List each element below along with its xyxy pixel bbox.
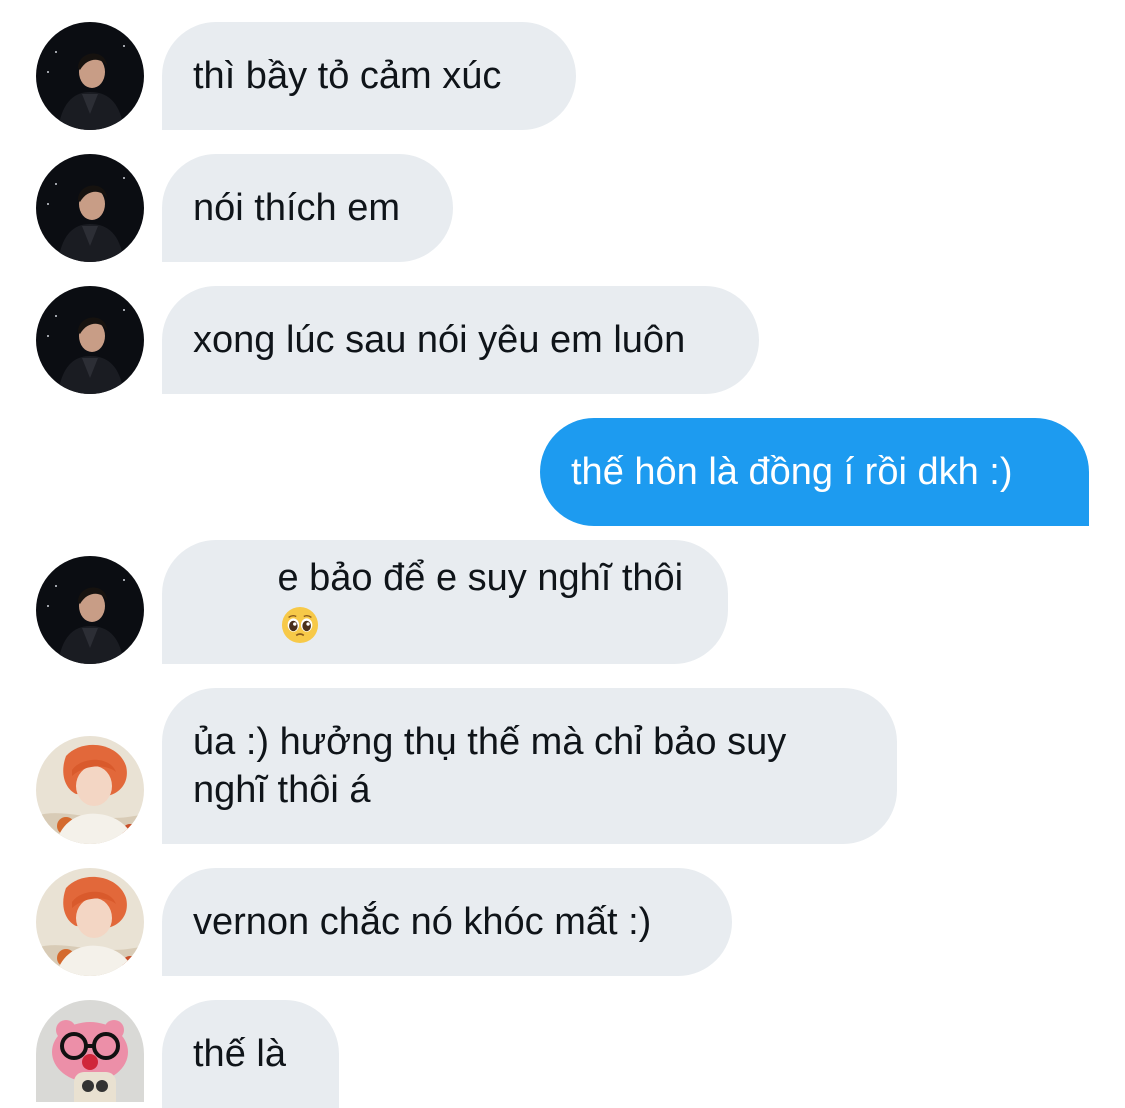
message-text: vernon chắc nó khóc mất :) xyxy=(193,901,652,943)
message-bubble[interactable]: e bảo để e suy nghĩ thôi xyxy=(162,540,728,664)
message-row: ủa :) hưởng thụ thế mà chỉ bảo suy nghĩ … xyxy=(0,688,1125,844)
message-text: ủa :) hưởng thụ thế mà chỉ bảo suy nghĩ … xyxy=(193,721,797,811)
message-bubble[interactable]: nói thích em xyxy=(162,154,453,262)
message-text: nói thích em xyxy=(193,187,400,229)
message-bubble[interactable]: thế là xyxy=(162,1000,339,1108)
orange-hair-avatar[interactable] xyxy=(36,736,144,844)
message-row: xong lúc sau nói yêu em luôn xyxy=(0,286,1125,394)
message-text-line: e bảo để e suy nghĩ thôi xyxy=(193,506,697,698)
dark-portrait-avatar[interactable] xyxy=(36,286,144,394)
message-row: vernon chắc nó khóc mất :) xyxy=(0,868,1125,976)
message-row: e bảo để e suy nghĩ thôi xyxy=(0,540,1125,664)
message-text: thế hôn là đồng í rồi dkh :) xyxy=(571,451,1013,493)
chat-thread[interactable]: thì bầy tỏ cảm xúc nói thích em xong lúc… xyxy=(0,0,1125,1108)
dark-portrait-avatar[interactable] xyxy=(36,154,144,262)
dark-portrait-avatar[interactable] xyxy=(36,556,144,664)
pleading-face-emoji xyxy=(282,606,319,644)
dark-portrait-avatar[interactable] xyxy=(36,22,144,130)
message-row: thì bầy tỏ cảm xúc xyxy=(0,22,1125,130)
pink-plush-avatar[interactable] xyxy=(36,1000,144,1102)
message-bubble[interactable]: thì bầy tỏ cảm xúc xyxy=(162,22,576,130)
message-text: thì bầy tỏ cảm xúc xyxy=(193,55,502,97)
message-bubble[interactable]: ủa :) hưởng thụ thế mà chỉ bảo suy nghĩ … xyxy=(162,688,897,844)
message-text: e bảo để e suy nghĩ thôi xyxy=(277,557,684,599)
orange-hair-avatar[interactable] xyxy=(36,868,144,976)
message-bubble[interactable]: xong lúc sau nói yêu em luôn xyxy=(162,286,759,394)
message-text: thế là xyxy=(193,1033,286,1075)
message-row: thế là xyxy=(0,1000,1125,1108)
message-row: nói thích em xyxy=(0,154,1125,262)
message-bubble[interactable]: vernon chắc nó khóc mất :) xyxy=(162,868,732,976)
message-text: xong lúc sau nói yêu em luôn xyxy=(193,319,686,361)
